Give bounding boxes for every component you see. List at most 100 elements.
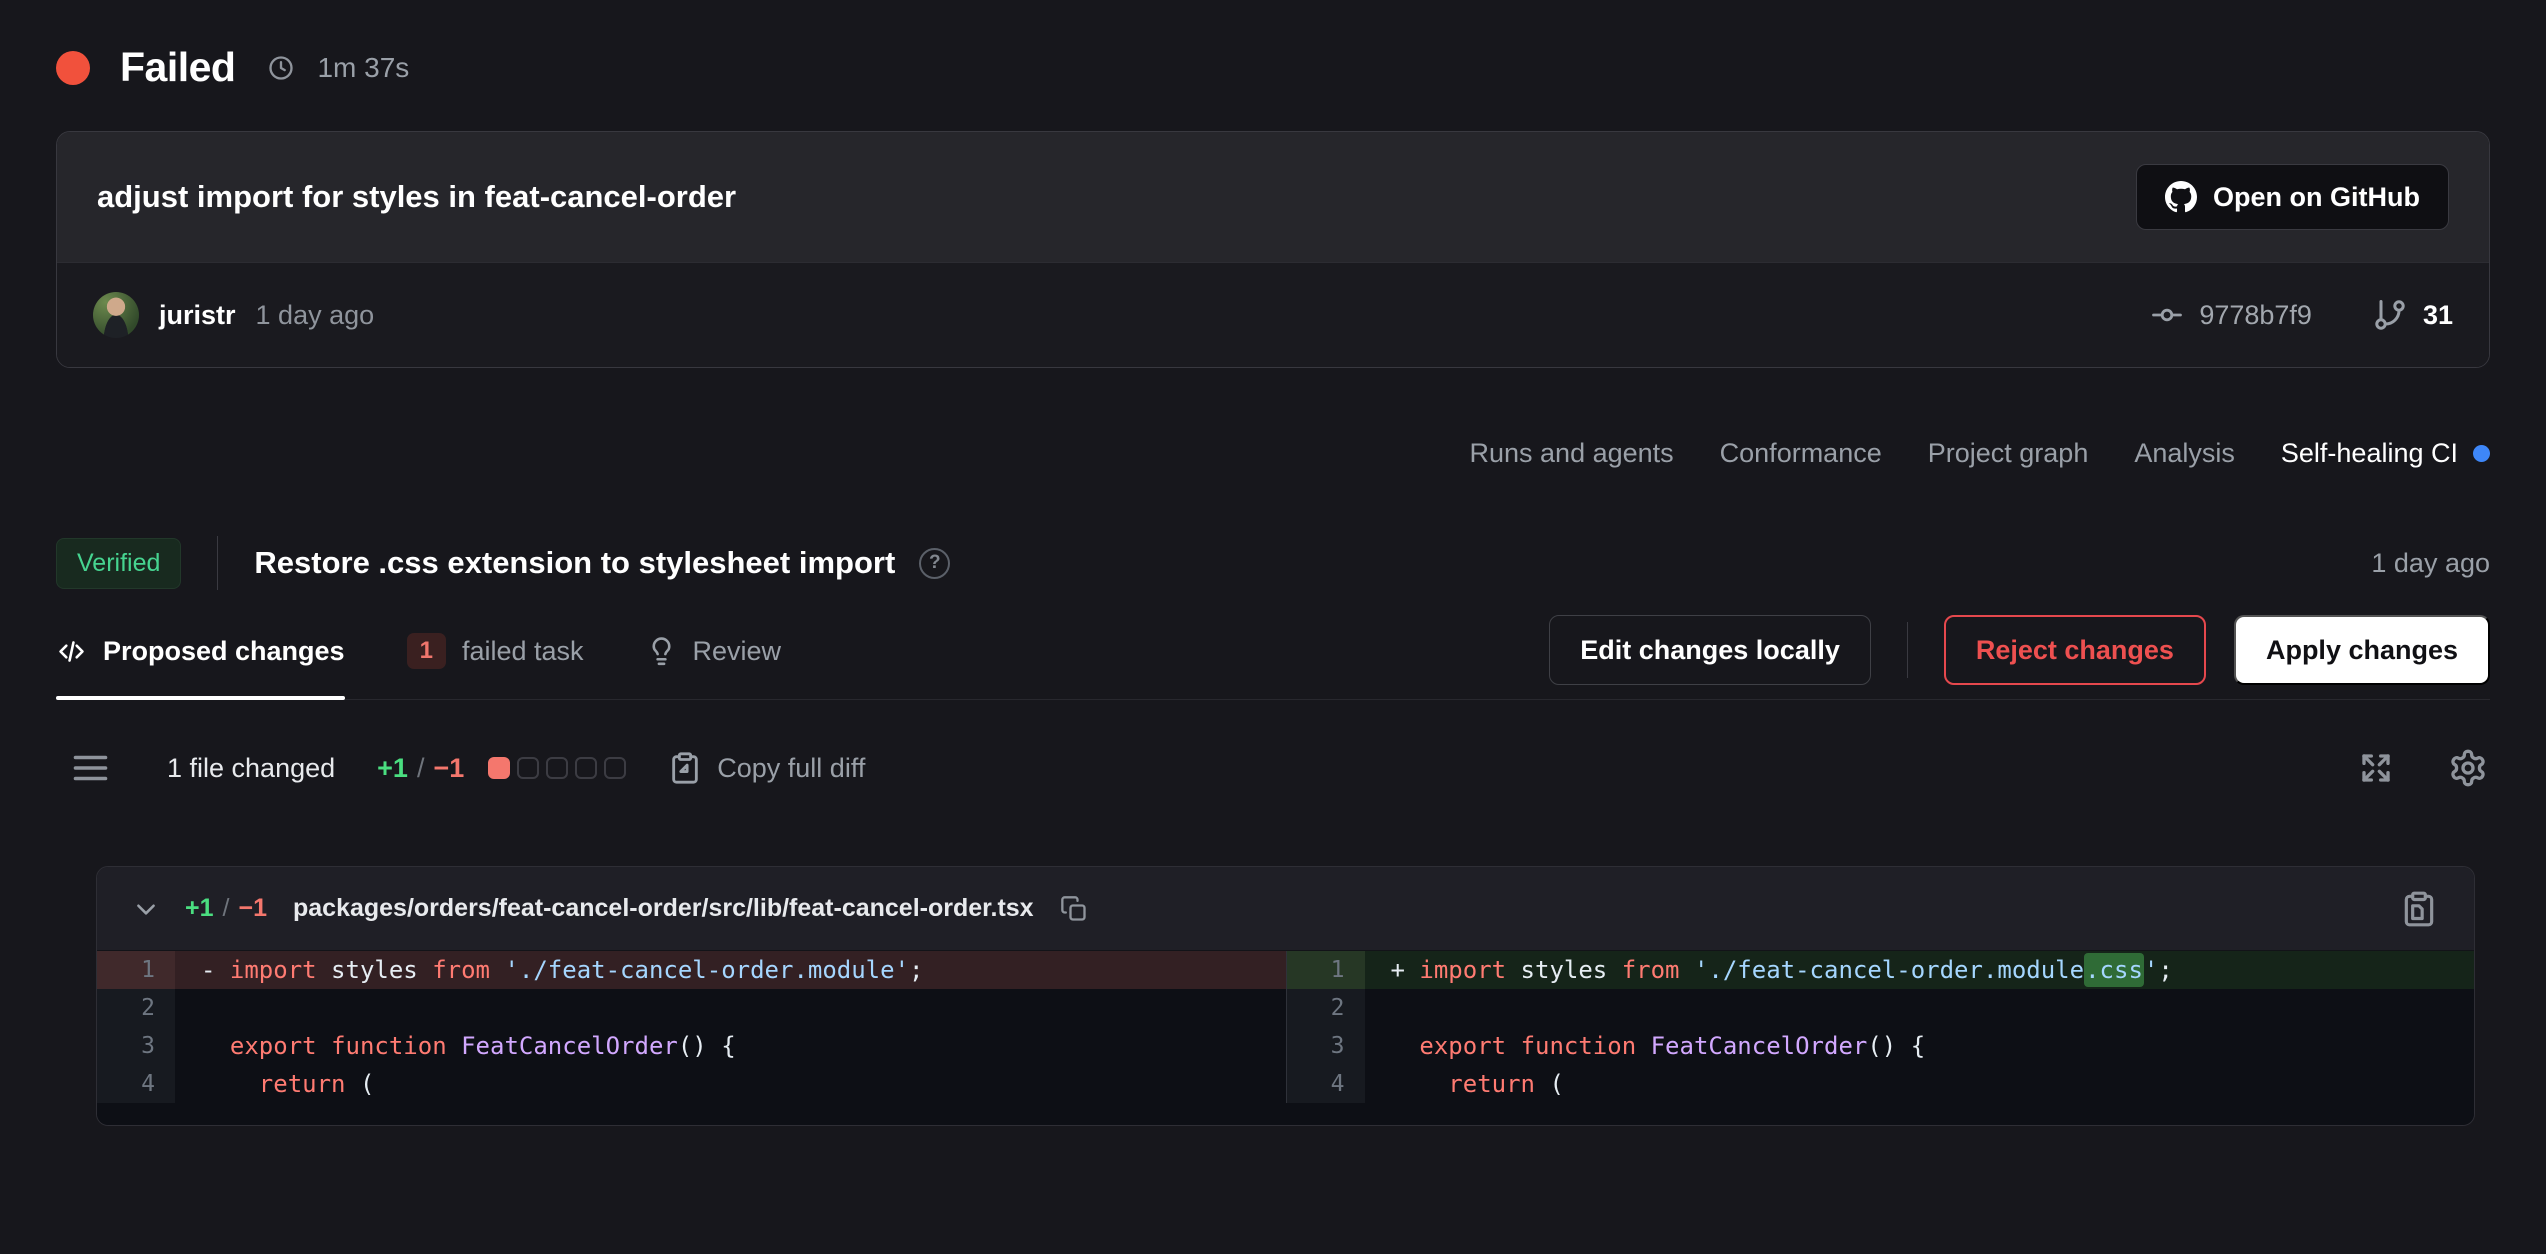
run-status-label: Failed bbox=[120, 44, 235, 91]
nav-item-project-graph[interactable]: Project graph bbox=[1928, 438, 2089, 469]
code-text bbox=[175, 989, 1286, 1027]
tab-failed-task[interactable]: 1 failed task bbox=[407, 607, 584, 699]
commit-sha-item[interactable]: 9778b7f9 bbox=[2150, 298, 2312, 332]
commit-card-meta-row: juristr 1 day ago 9778b7f9 31 bbox=[57, 262, 2489, 367]
commit-title: adjust import for styles in feat-cancel-… bbox=[97, 179, 736, 215]
diff-line-ctx: 3 export function FeatCancelOrder() { bbox=[1287, 1027, 2475, 1065]
copy-full-diff-button[interactable]: Copy full diff bbox=[668, 751, 865, 785]
diff-stat-blocks bbox=[488, 757, 626, 779]
line-number: 2 bbox=[1287, 989, 1365, 1027]
code-text: + import styles from './feat-cancel-orde… bbox=[1365, 951, 2475, 989]
fix-title: Restore .css extension to stylesheet imp… bbox=[254, 545, 895, 581]
added-count: +1 bbox=[377, 753, 408, 784]
file-diff-stat: +1 / −1 bbox=[185, 894, 267, 923]
commit-time-ago: 1 day ago bbox=[256, 300, 375, 331]
diff-pane-right: 1+ import styles from './feat-cancel-ord… bbox=[1286, 951, 2475, 1103]
diff-block-empty bbox=[604, 757, 626, 779]
chevron-down-icon[interactable] bbox=[133, 896, 159, 922]
diff-block-removed bbox=[488, 757, 510, 779]
branch-count: 31 bbox=[2423, 300, 2453, 331]
commit-card-header: adjust import for styles in feat-cancel-… bbox=[57, 132, 2489, 262]
nav-item-conformance[interactable]: Conformance bbox=[1720, 438, 1882, 469]
code-text bbox=[1365, 989, 2475, 1027]
nav-item-analysis[interactable]: Analysis bbox=[2134, 438, 2235, 469]
fix-heading-row: Verified Restore .css extension to style… bbox=[56, 531, 2490, 595]
tab-failed-task-label: failed task bbox=[462, 636, 584, 667]
clipboard-icon bbox=[668, 751, 702, 785]
commit-sha: 9778b7f9 bbox=[2199, 300, 2312, 331]
file-list-menu-icon[interactable] bbox=[72, 753, 109, 783]
failed-status-dot bbox=[56, 51, 90, 85]
copy-path-icon[interactable] bbox=[1060, 895, 1088, 923]
nav-item-self-healing-ci[interactable]: Self-healing CI bbox=[2281, 438, 2490, 469]
nav-item-self-healing-ci-label: Self-healing CI bbox=[2281, 438, 2458, 469]
verified-badge: Verified bbox=[56, 538, 181, 589]
tabs-row: Proposed changes 1 failed task Review Ed… bbox=[56, 607, 2490, 700]
branch-count-item[interactable]: 31 bbox=[2372, 297, 2453, 333]
open-on-github-button[interactable]: Open on GitHub bbox=[2136, 164, 2449, 230]
edit-changes-locally-button[interactable]: Edit changes locally bbox=[1549, 615, 1871, 685]
divider bbox=[217, 536, 218, 590]
divider bbox=[1907, 622, 1908, 678]
diff-line-removed: 1- import styles from './feat-cancel-ord… bbox=[97, 951, 1286, 989]
diff-toolbar-right bbox=[2356, 748, 2490, 788]
apply-changes-button[interactable]: Apply changes bbox=[2234, 615, 2490, 685]
nav-item-runs-and-agents[interactable]: Runs and agents bbox=[1470, 438, 1674, 469]
diff-body: 1- import styles from './feat-cancel-ord… bbox=[97, 951, 2474, 1125]
tab-review[interactable]: Review bbox=[646, 607, 782, 699]
code-text: return ( bbox=[175, 1065, 1286, 1103]
file-added-count: +1 bbox=[185, 894, 214, 923]
fix-time-ago: 1 day ago bbox=[2371, 548, 2490, 579]
copy-full-diff-label: Copy full diff bbox=[717, 753, 865, 784]
active-nav-dot bbox=[2473, 445, 2490, 462]
avatar[interactable] bbox=[93, 292, 139, 338]
diff-line-ctx: 4 return ( bbox=[97, 1065, 1286, 1103]
diff-pane-left: 1- import styles from './feat-cancel-ord… bbox=[97, 951, 1286, 1103]
diff-block-empty bbox=[546, 757, 568, 779]
diff-line-added: 1+ import styles from './feat-cancel-ord… bbox=[1287, 951, 2475, 989]
lightbulb-icon bbox=[646, 636, 677, 667]
code-icon bbox=[56, 636, 87, 667]
git-branch-icon bbox=[2372, 297, 2408, 333]
run-duration: 1m 37s bbox=[317, 52, 409, 84]
self-healing-ci-page: Failed 1m 37s adjust import for styles i… bbox=[0, 0, 2546, 1254]
line-number: 3 bbox=[97, 1027, 175, 1065]
open-on-github-label: Open on GitHub bbox=[2213, 182, 2420, 213]
line-number: 2 bbox=[97, 989, 175, 1027]
files-changed-label: 1 file changed bbox=[167, 753, 335, 784]
workspace-nav: Runs and agents Conformance Project grap… bbox=[56, 438, 2490, 469]
gear-icon[interactable] bbox=[2448, 748, 2488, 788]
diff-block-empty bbox=[575, 757, 597, 779]
line-number: 3 bbox=[1287, 1027, 1365, 1065]
line-number: 4 bbox=[1287, 1065, 1365, 1103]
expand-icon[interactable] bbox=[2356, 748, 2396, 788]
help-icon[interactable]: ? bbox=[919, 548, 950, 579]
file-path[interactable]: packages/orders/feat-cancel-order/src/li… bbox=[293, 894, 1034, 923]
diff-block-empty bbox=[517, 757, 539, 779]
commit-meta: 9778b7f9 31 bbox=[2150, 297, 2453, 333]
diff-line-ctx: 2 bbox=[1287, 989, 2475, 1027]
line-number: 4 bbox=[97, 1065, 175, 1103]
diff-panel: +1 / −1 packages/orders/feat-cancel-orde… bbox=[96, 866, 2475, 1126]
commit-author: juristr 1 day ago bbox=[93, 292, 374, 338]
failed-task-count-badge: 1 bbox=[407, 633, 446, 669]
author-name[interactable]: juristr bbox=[159, 300, 236, 331]
tab-proposed-changes-label: Proposed changes bbox=[103, 636, 345, 667]
diff-line-ctx: 3 export function FeatCancelOrder() { bbox=[97, 1027, 1286, 1065]
tab-proposed-changes[interactable]: Proposed changes bbox=[56, 607, 345, 699]
diff-stat: +1 / −1 bbox=[377, 753, 464, 784]
github-icon bbox=[2165, 181, 2197, 213]
line-number: 1 bbox=[1287, 951, 1365, 989]
file-removed-count: −1 bbox=[238, 894, 267, 923]
code-text: export function FeatCancelOrder() { bbox=[175, 1027, 1286, 1065]
code-text: return ( bbox=[1365, 1065, 2475, 1103]
reject-changes-button[interactable]: Reject changes bbox=[1944, 615, 2206, 685]
removed-count: −1 bbox=[433, 753, 464, 784]
clock-icon bbox=[267, 54, 295, 82]
git-commit-icon bbox=[2150, 298, 2184, 332]
copy-file-diff-icon[interactable] bbox=[2400, 890, 2438, 928]
file-stat-separator: / bbox=[223, 894, 230, 923]
code-text: - import styles from './feat-cancel-orde… bbox=[175, 951, 1286, 989]
commit-card: adjust import for styles in feat-cancel-… bbox=[56, 131, 2490, 368]
run-status-row: Failed 1m 37s bbox=[56, 44, 2490, 91]
